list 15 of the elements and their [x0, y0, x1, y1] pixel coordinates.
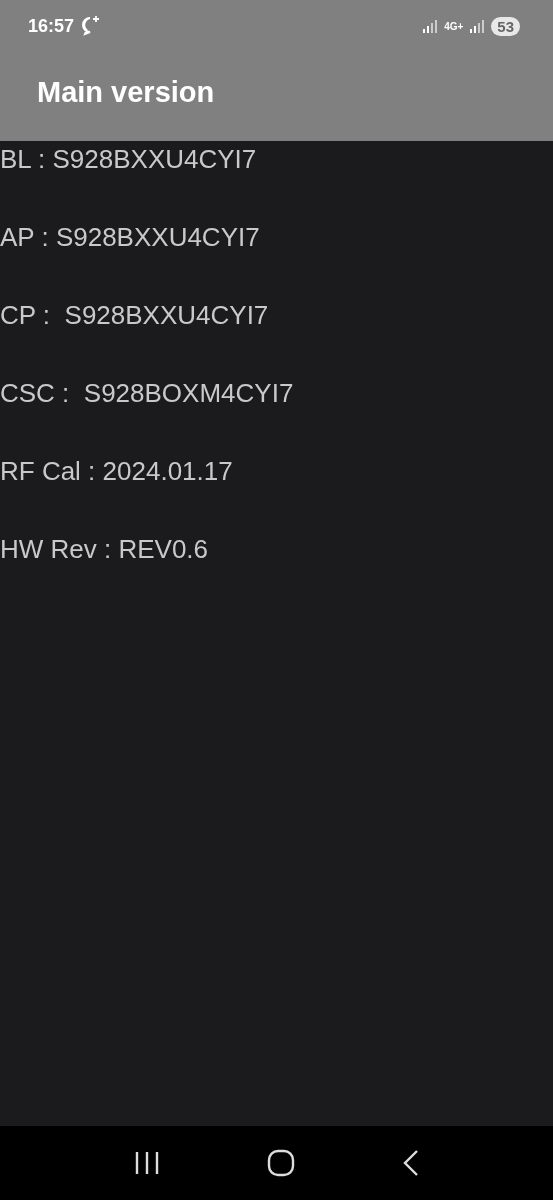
version-line: CP : S928BXXU4CYI7 [0, 300, 270, 331]
recent-apps-icon[interactable] [133, 1151, 160, 1175]
signal-icon [422, 18, 439, 34]
home-icon[interactable] [266, 1149, 295, 1177]
network-type: 4G+ [444, 20, 464, 32]
version-line: HW Rev : REV0.6 [0, 534, 210, 565]
back-icon[interactable] [401, 1149, 420, 1177]
version-line: CSC : S928BOXM4CYI7 [0, 378, 295, 409]
page-title: Main version [36, 75, 216, 109]
status-time: 16:57 [28, 15, 75, 37]
version-line: RF Cal : 2024.01.17 [0, 456, 234, 487]
battery-level: 53 [491, 16, 520, 36]
version-line: BL : S928BXXU4CYI7 [0, 144, 258, 175]
signal-icon [469, 18, 486, 34]
version-line: AP : S928BXXU4CYI7 [0, 222, 261, 253]
